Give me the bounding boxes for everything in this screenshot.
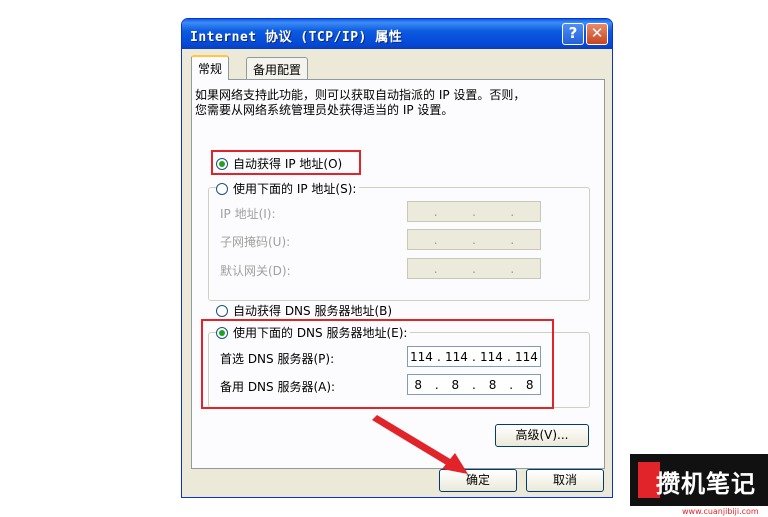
watermark-text: 攒机笔记 [656,470,756,498]
tab-general[interactable]: 常规 [191,55,230,80]
annotation-arrow-icon [372,415,468,474]
watermark-logo: 攒机笔记 www.cuanjibiji.com [630,454,768,517]
watermark-url: www.cuanjibiji.com [682,507,759,516]
